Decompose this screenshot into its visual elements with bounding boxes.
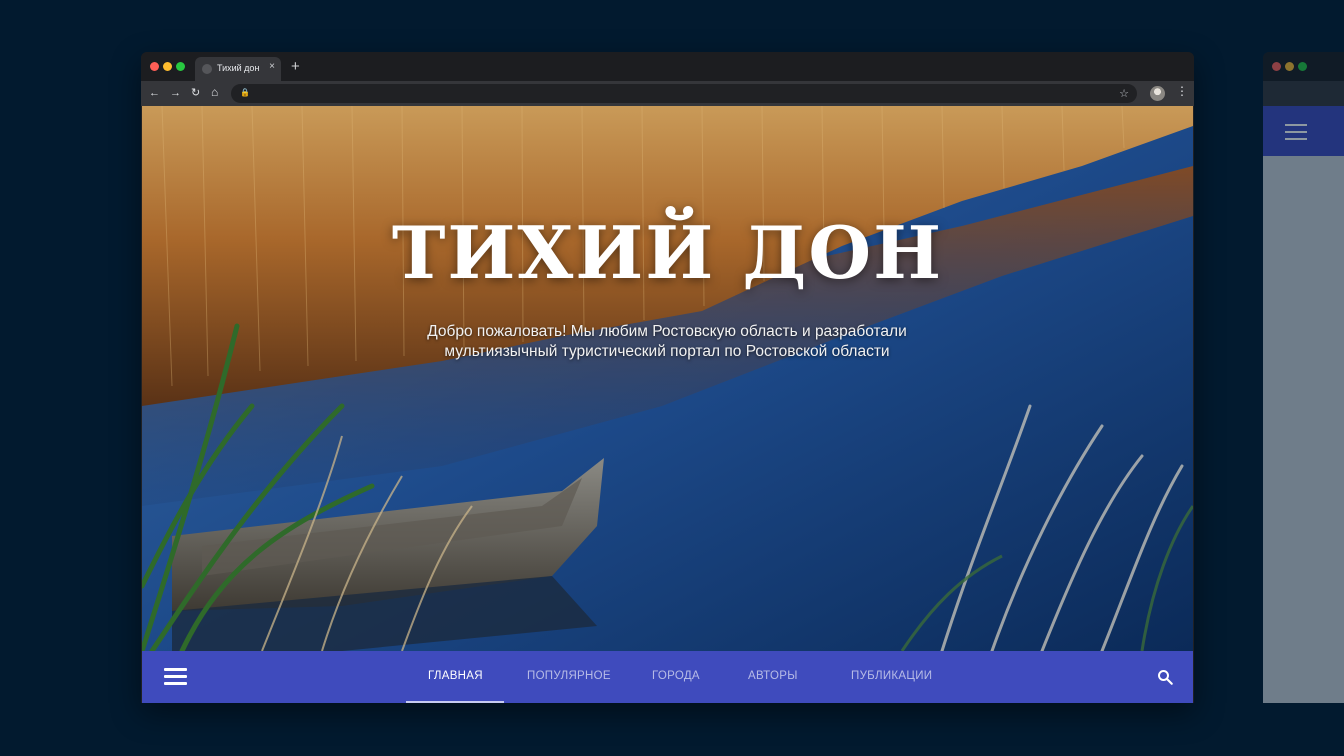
bookmark-star-icon[interactable]: ☆ — [1119, 87, 1129, 100]
background-minimize-dot — [1285, 62, 1294, 71]
home-icon[interactable]: ⌂ — [211, 85, 218, 99]
hamburger-icon[interactable] — [164, 668, 187, 686]
tab-close-icon[interactable]: × — [269, 61, 275, 72]
nav-item-cities[interactable]: ГОРОДА — [652, 670, 700, 682]
back-arrow-icon[interactable]: ← — [149, 86, 160, 100]
main-navigation: ГЛАВНАЯ ПОПУЛЯРНОЕ ГОРОДА АВТОРЫ ПУБЛИКА… — [142, 651, 1193, 703]
profile-avatar[interactable] — [1150, 86, 1165, 101]
nav-item-popular[interactable]: ПОПУЛЯРНОЕ — [527, 670, 611, 682]
browser-window: Тихий дон × + ← → ↻ ⌂ 🔒 ☆ ⋮ ТИХИЙ ДОН До… — [141, 52, 1194, 703]
maximize-window-button[interactable] — [176, 62, 185, 71]
hero-title: ТИХИЙ ДОН — [391, 210, 944, 295]
background-tab-strip — [1263, 52, 1344, 81]
background-close-dot — [1272, 62, 1281, 71]
tab-active[interactable]: Тихий дон × — [195, 57, 281, 81]
forward-arrow-icon[interactable]: → — [170, 86, 181, 100]
background-page-body — [1263, 156, 1344, 703]
lock-icon: 🔒 — [240, 88, 250, 97]
hero-background-image — [142, 106, 1193, 651]
active-tab-indicator — [406, 701, 504, 703]
reload-icon[interactable]: ↻ — [191, 86, 200, 100]
tab-strip: Тихий дон × + — [141, 52, 1194, 81]
page-viewport: ТИХИЙ ДОН Добро пожаловать! Мы любим Рос… — [142, 106, 1193, 703]
browser-menu-icon[interactable]: ⋮ — [1176, 84, 1188, 98]
close-window-button[interactable] — [150, 62, 159, 71]
nav-item-authors[interactable]: АВТОРЫ — [748, 670, 798, 682]
new-tab-button[interactable]: + — [291, 58, 300, 75]
hero-section: ТИХИЙ ДОН Добро пожаловать! Мы любим Рос… — [142, 106, 1193, 651]
favicon-icon — [202, 64, 212, 74]
background-hamburger-icon — [1285, 124, 1307, 145]
background-browser-window — [1263, 52, 1344, 703]
background-toolbar — [1263, 81, 1344, 106]
nav-item-home[interactable]: ГЛАВНАЯ — [428, 670, 483, 682]
minimize-window-button[interactable] — [163, 62, 172, 71]
address-bar[interactable]: 🔒 ☆ — [231, 84, 1137, 103]
background-maximize-dot — [1298, 62, 1307, 71]
tab-title: Тихий дон — [217, 63, 260, 73]
hero-subtitle: Добро пожаловать! Мы любим Ростовскую об… — [427, 323, 907, 360]
search-icon[interactable] — [1156, 668, 1174, 686]
nav-item-publications[interactable]: ПУБЛИКАЦИИ — [851, 670, 932, 682]
browser-toolbar: ← → ↻ ⌂ 🔒 ☆ ⋮ — [141, 81, 1194, 106]
